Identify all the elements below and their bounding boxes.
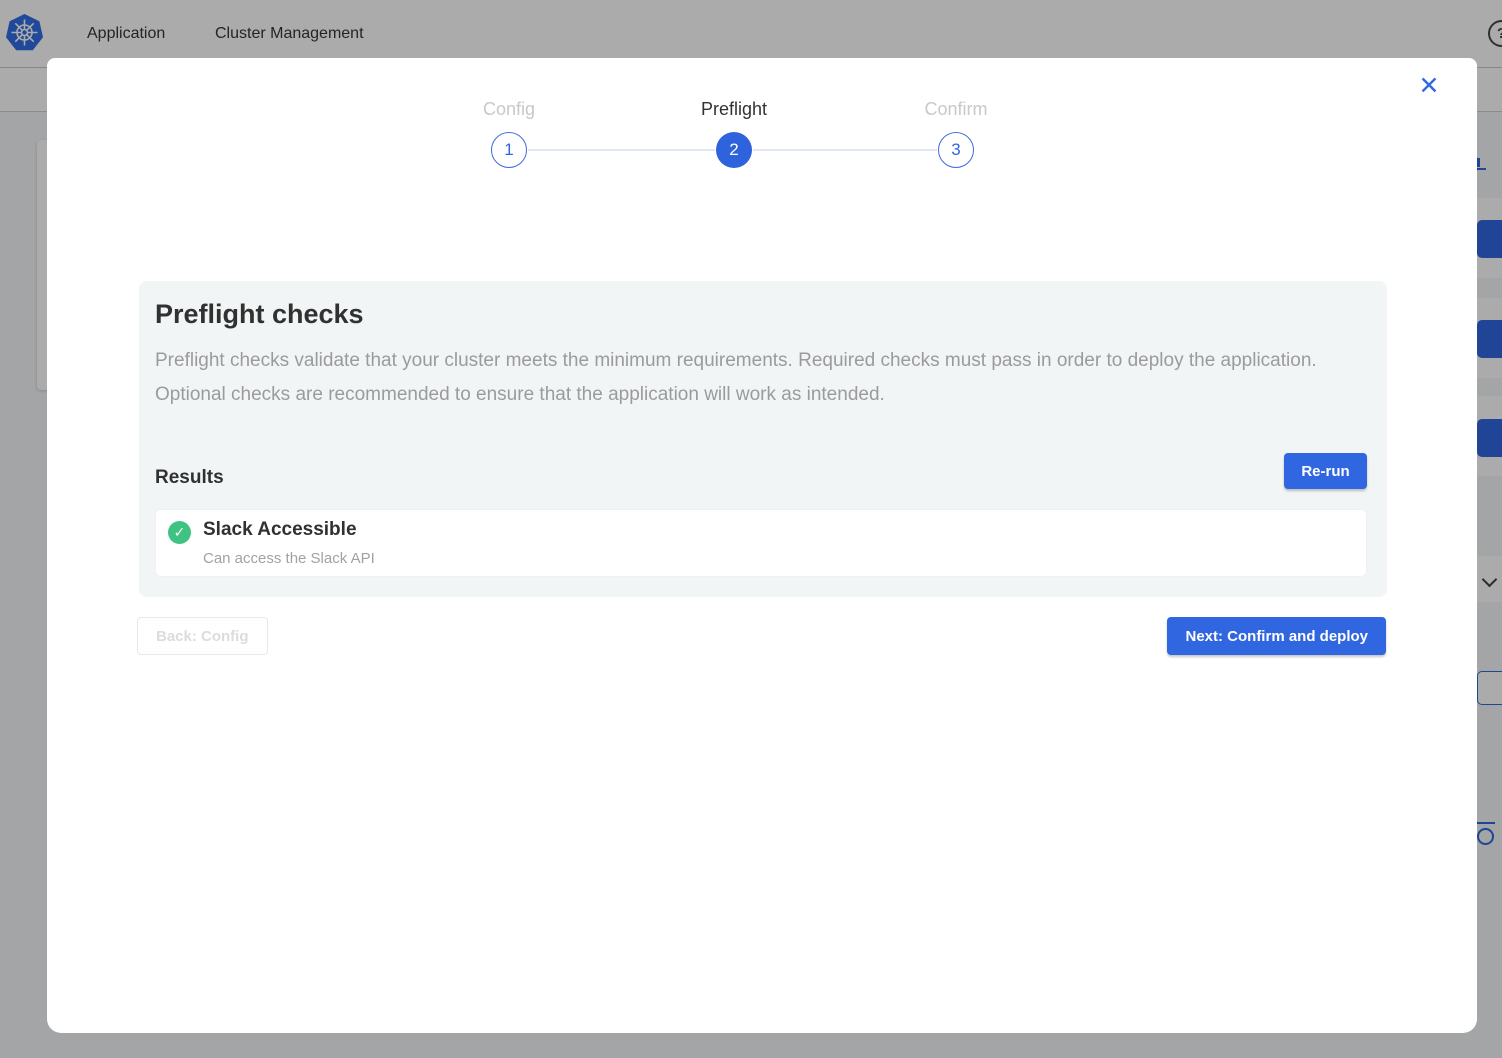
step-label-config: Config <box>483 99 535 120</box>
step-circle-confirm[interactable]: 3 <box>938 132 974 168</box>
check-pass-icon: ✓ <box>168 521 191 544</box>
back-config-button[interactable]: Back: Config <box>137 617 268 655</box>
preflight-description: Preflight checks validate that your clus… <box>155 344 1335 412</box>
check-detail: Can access the Slack API <box>203 550 375 567</box>
step-circle-config[interactable]: 1 <box>491 132 527 168</box>
check-name: Slack Accessible <box>203 519 357 541</box>
close-icon[interactable]: ✕ <box>1413 70 1445 102</box>
results-label: Results <box>155 467 224 489</box>
next-confirm-deploy-button[interactable]: Next: Confirm and deploy <box>1167 617 1386 655</box>
step-label-confirm: Confirm <box>924 99 987 120</box>
preflight-panel: Preflight checks Preflight checks valida… <box>139 281 1387 597</box>
step-circle-preflight[interactable]: 2 <box>716 132 752 168</box>
preflight-modal: ✕ Config Preflight Confirm 1 2 3 Preflig… <box>47 58 1477 1033</box>
step-label-preflight: Preflight <box>701 99 767 120</box>
rerun-button[interactable]: Re-run <box>1284 453 1367 489</box>
stepper-connector <box>528 149 715 151</box>
preflight-result-row: ✓ Slack Accessible Can access the Slack … <box>155 509 1367 577</box>
preflight-title: Preflight checks <box>155 299 364 330</box>
stepper-connector <box>753 149 937 151</box>
